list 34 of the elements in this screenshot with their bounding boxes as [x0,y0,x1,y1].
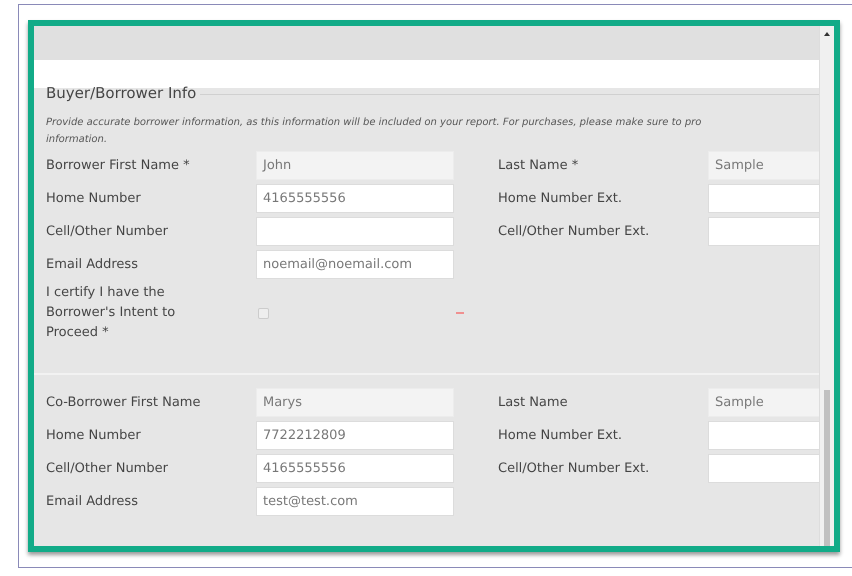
input-field[interactable]: test@test.com [256,487,454,516]
input-field[interactable] [708,454,819,483]
input-field[interactable] [708,421,819,450]
field-label: Cell/Other Number [46,222,169,240]
field-label: I certify I have the Borrower's Intent to Proceed * [46,284,176,342]
section-title: Buyer/Borrower Info [45,84,196,102]
field-label: Co-Borrower First Name [46,394,202,412]
input-field[interactable] [708,217,819,246]
input-field[interactable]: 7722212809 [256,421,454,450]
field-label: Cell/Other Number Ext. [498,460,650,478]
input-field[interactable]: 4165555556 [256,454,454,483]
checkbox[interactable] [258,308,269,318]
field-label: Email Address [46,256,139,274]
scrollbar[interactable] [819,26,834,546]
field-label: Cell/Other Number [46,460,169,478]
input-field[interactable] [708,184,819,213]
field-label: Home Number Ext. [498,426,624,444]
field-label: Home Number [46,190,142,208]
field-label: Last Name * [498,156,580,174]
input-field[interactable] [256,217,454,246]
note-text: Provide accurate borrower information, as this information will be included on your report. For purchases, please make sure to pro [46,116,702,130]
input-field[interactable]: noemail@noemail.com [256,250,454,279]
field-label: Borrower First Name * [46,156,191,174]
input-field[interactable]: John [256,151,454,180]
input-field[interactable]: Sample [708,151,819,180]
input-field[interactable]: Sample [708,388,819,417]
note-text: information. [46,133,108,147]
field-label: Home Number [46,426,142,444]
input-field[interactable]: 4165555556 [256,184,454,213]
field-label: Cell/Other Number Ext. [498,222,650,240]
field-label: Email Address [46,492,139,510]
input-field[interactable]: Marys [256,388,454,417]
field-label: Last Name [498,394,569,412]
field-label: Home Number Ext. [498,190,624,208]
